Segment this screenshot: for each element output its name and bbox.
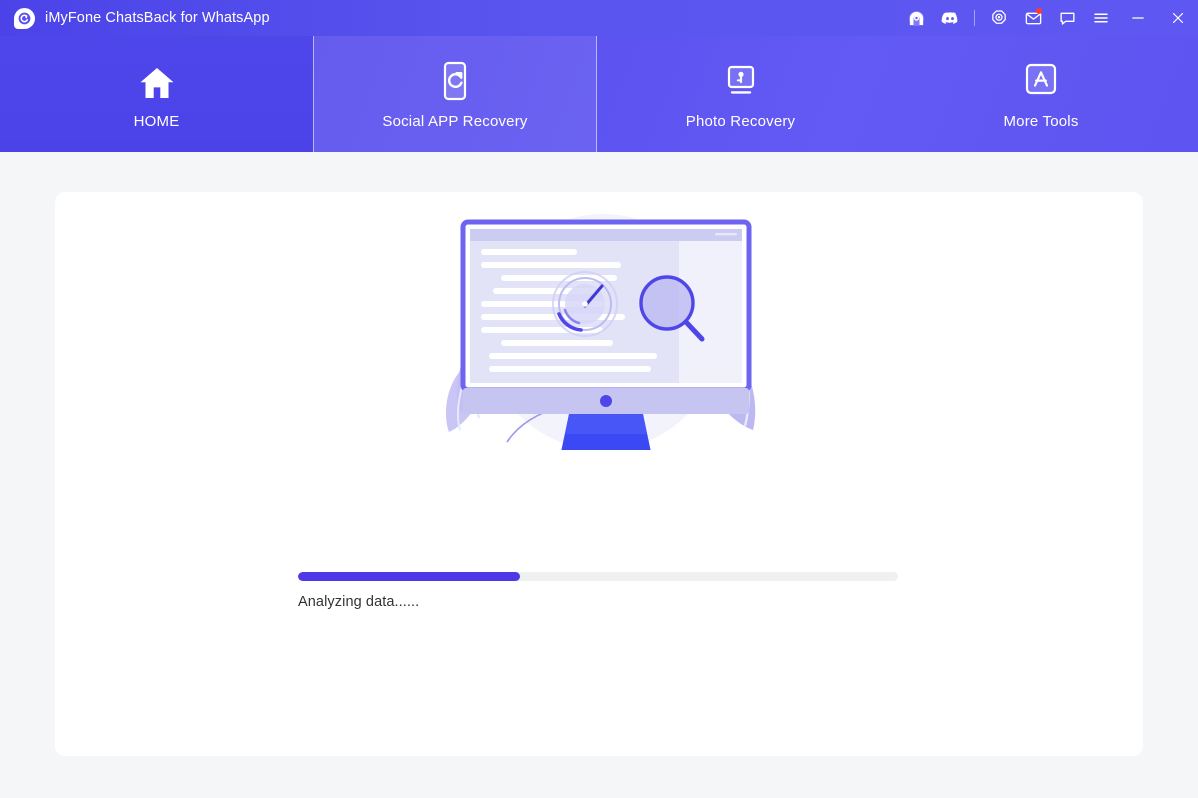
home-icon <box>137 59 177 101</box>
progress-bar-fill <box>298 572 520 581</box>
app-logo <box>13 7 35 29</box>
tab-home-label: HOME <box>133 112 180 130</box>
minimize-icon[interactable] <box>1118 0 1158 36</box>
hamburger-menu-icon[interactable] <box>1084 0 1118 36</box>
tab-photo-recovery[interactable]: Photo Recovery <box>597 36 884 152</box>
tab-more-tools-label: More Tools <box>1003 112 1079 130</box>
chat-bubble-icon[interactable] <box>1050 0 1084 36</box>
status-text: Analyzing data...... <box>298 594 420 610</box>
tab-social-app-recovery[interactable]: Social APP Recovery <box>313 36 597 152</box>
main-nav: HOME Social APP Recovery Photo Recovery … <box>0 36 1198 152</box>
tab-home[interactable]: HOME <box>0 36 313 152</box>
mail-unread-badge <box>1036 8 1042 14</box>
monitor-illustration <box>460 219 752 450</box>
app-window: iMyFone ChatsBack for WhatsApp HOME Soci… <box>0 0 1198 798</box>
imyfone-logo-icon <box>13 7 35 29</box>
tab-photo-recovery-label: Photo Recovery <box>685 112 796 130</box>
analyzing-computer-illustration <box>445 214 756 450</box>
support-headset-icon[interactable] <box>899 0 933 36</box>
mail-icon[interactable] <box>1016 0 1050 36</box>
target-icon[interactable] <box>982 0 1016 36</box>
tab-social-app-recovery-label: Social APP Recovery <box>382 112 528 130</box>
phone-refresh-icon <box>438 59 472 101</box>
illustration-container <box>55 192 1143 556</box>
titlebar-divider <box>974 10 975 26</box>
app-store-icon <box>1023 59 1059 101</box>
progress-area: Analyzing data...... <box>298 572 898 610</box>
content-card: Analyzing data...... <box>55 192 1143 756</box>
titlebar-controls <box>899 0 1198 36</box>
close-icon[interactable] <box>1158 0 1198 36</box>
tab-more-tools[interactable]: More Tools <box>884 36 1198 152</box>
title-bar: iMyFone ChatsBack for WhatsApp <box>0 0 1198 36</box>
discord-icon[interactable] <box>933 0 967 36</box>
monitor-person-icon <box>721 59 761 101</box>
progress-bar-track[interactable] <box>298 572 898 581</box>
window-title: iMyFone ChatsBack for WhatsApp <box>45 10 270 26</box>
